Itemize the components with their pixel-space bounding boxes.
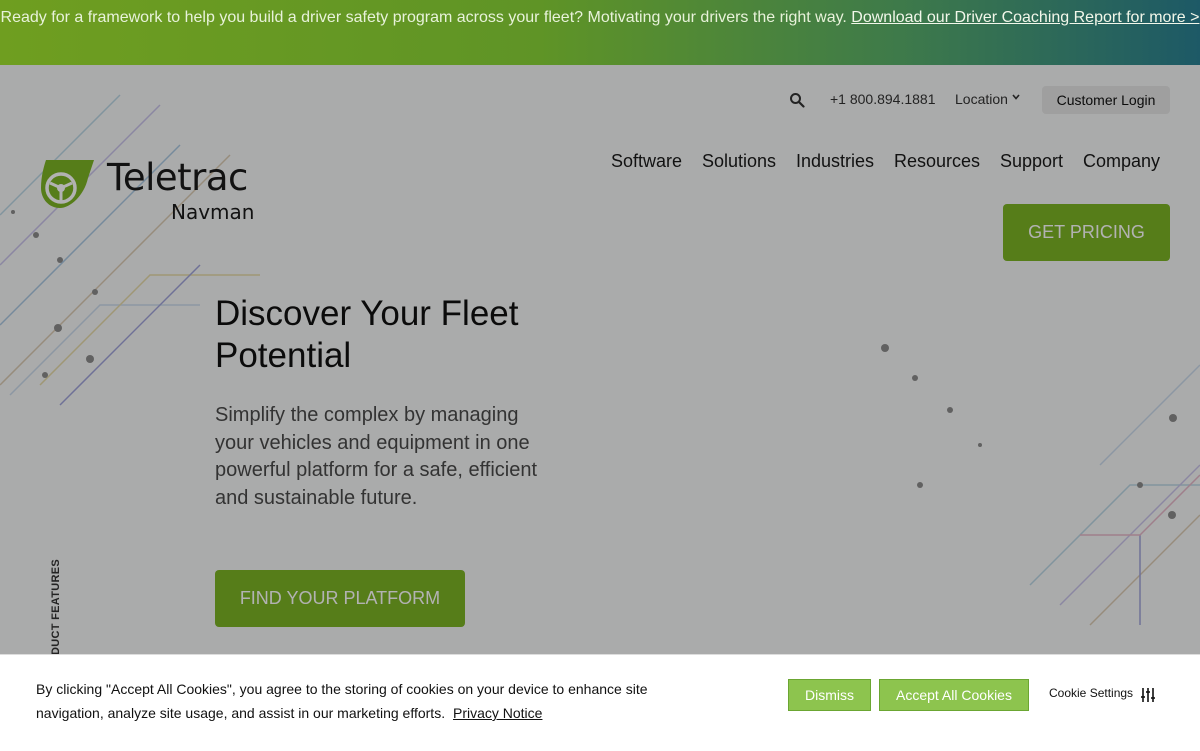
logo-wordmark-teletrac: Teletrac	[107, 156, 248, 199]
search-icon[interactable]	[789, 92, 805, 108]
hero-section: +1 800.894.1881 Location Customer Login …	[0, 65, 1200, 750]
location-dropdown[interactable]: Location	[955, 91, 1008, 107]
find-your-platform-button[interactable]: FIND YOUR PLATFORM	[215, 570, 465, 627]
banner-download-link[interactable]: Download our Driver Coaching Report for …	[851, 9, 1199, 26]
announcement-banner: Ready for a framework to help you build …	[0, 0, 1200, 65]
teletrac-navman-logo[interactable]: Teletrac Navman	[40, 156, 260, 228]
customer-login-button[interactable]: Customer Login	[1042, 86, 1170, 114]
phone-number-link[interactable]: +1 800.894.1881	[830, 91, 936, 107]
cookie-message: By clicking "Accept All Cookies", you ag…	[36, 681, 648, 721]
privacy-notice-link[interactable]: Privacy Notice	[453, 705, 542, 721]
product-features-side-tab[interactable]: DUCT FEATURES	[50, 559, 62, 655]
cookie-settings-button[interactable]: Cookie Settings	[1049, 686, 1133, 700]
logo-wordmark-navman: Navman	[171, 200, 255, 224]
hero-headline: Discover Your Fleet Potential	[215, 294, 519, 375]
cookie-consent-bar: By clicking "Accept All Cookies", you ag…	[0, 654, 1200, 751]
nav-item-software[interactable]: Software	[611, 151, 682, 172]
nav-item-resources[interactable]: Resources	[894, 151, 980, 172]
nav-item-solutions[interactable]: Solutions	[702, 151, 776, 172]
sliders-icon[interactable]	[1140, 687, 1156, 703]
chevron-down-icon	[1012, 94, 1020, 100]
accept-all-cookies-button[interactable]: Accept All Cookies	[879, 679, 1029, 711]
get-pricing-button[interactable]: GET PRICING	[1003, 204, 1170, 261]
banner-text: Ready for a framework to help you build …	[0, 9, 847, 26]
cookie-consent-text: By clicking "Accept All Cookies", you ag…	[36, 677, 686, 725]
nav-item-industries[interactable]: Industries	[796, 151, 874, 172]
logo-mark-icon	[41, 160, 94, 208]
nav-item-company[interactable]: Company	[1083, 151, 1160, 172]
hero-subtext: Simplify the complex by managing your ve…	[215, 404, 538, 509]
nav-item-support[interactable]: Support	[1000, 151, 1063, 172]
dismiss-button[interactable]: Dismiss	[788, 679, 871, 711]
